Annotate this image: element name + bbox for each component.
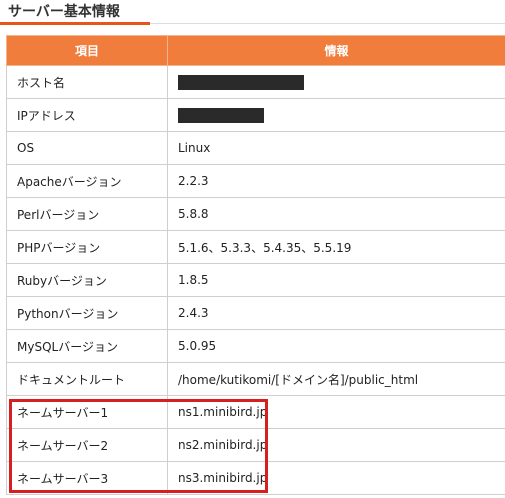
header-item: 項目 <box>6 35 168 66</box>
row-value-php: 5.1.6、5.3.3、5.4.35、5.5.19 <box>167 230 505 264</box>
table-row: ネームサーバー3 ns3.minibird.jp <box>6 461 505 495</box>
row-label-apache: Apacheバージョン <box>6 164 168 198</box>
row-label-ruby: Rubyバージョン <box>6 263 168 297</box>
table-row: PHPバージョン 5.1.6、5.3.3、5.4.35、5.5.19 <box>6 230 505 264</box>
table-row: IPアドレス <box>6 98 505 132</box>
table-row: MySQLバージョン 5.0.95 <box>6 329 505 363</box>
row-value-os: Linux <box>167 131 505 165</box>
row-value-python: 2.4.3 <box>167 296 505 330</box>
table-row: Perlバージョン 5.8.8 <box>6 197 505 231</box>
row-label-os: OS <box>6 131 168 165</box>
row-value-ns3: ns3.minibird.jp <box>167 461 505 495</box>
header-info: 情報 <box>167 35 505 66</box>
table-row: ホスト名 <box>6 65 505 99</box>
row-label-ns1: ネームサーバー1 <box>6 395 168 429</box>
row-label-ip: IPアドレス <box>6 98 168 132</box>
title-accent-rule <box>0 22 150 25</box>
row-label-ns3: ネームサーバー3 <box>6 461 168 495</box>
row-value-ns2: ns2.minibird.jp <box>167 428 505 462</box>
row-label-python: Pythonバージョン <box>6 296 168 330</box>
table-row: ネームサーバー2 ns2.minibird.jp <box>6 428 505 462</box>
row-value-mysql: 5.0.95 <box>167 329 505 363</box>
row-label-hostname: ホスト名 <box>6 65 168 99</box>
redacted-hostname <box>178 74 304 90</box>
row-value-ip <box>167 98 505 132</box>
redacted-ip <box>178 107 264 123</box>
row-label-php: PHPバージョン <box>6 230 168 264</box>
table-row: ネームサーバー1 ns1.minibird.jp <box>6 395 505 429</box>
table-row: Rubyバージョン 1.8.5 <box>6 263 505 297</box>
row-value-apache: 2.2.3 <box>167 164 505 198</box>
section-title: サーバー基本情報 <box>8 4 120 20</box>
table-row: Pythonバージョン 2.4.3 <box>6 296 505 330</box>
row-value-docroot: /home/kutikomi/[ドメイン名]/public_html <box>167 362 505 396</box>
title-divider <box>150 23 505 24</box>
row-value-hostname <box>167 65 505 99</box>
row-value-ruby: 1.8.5 <box>167 263 505 297</box>
row-value-ns1: ns1.minibird.jp <box>167 395 505 429</box>
table-row: ドキュメントルート /home/kutikomi/[ドメイン名]/public_… <box>6 362 505 396</box>
row-label-mysql: MySQLバージョン <box>6 329 168 363</box>
table-row: Apacheバージョン 2.2.3 <box>6 164 505 198</box>
row-label-perl: Perlバージョン <box>6 197 168 231</box>
server-info-table: 項目 情報 ホスト名 IPアドレス OS Linux Apacheバージョン 2… <box>6 35 505 495</box>
table-header-row: 項目 情報 <box>6 35 505 66</box>
row-value-perl: 5.8.8 <box>167 197 505 231</box>
row-label-ns2: ネームサーバー2 <box>6 428 168 462</box>
table-row: OS Linux <box>6 131 505 165</box>
row-label-docroot: ドキュメントルート <box>6 362 168 396</box>
